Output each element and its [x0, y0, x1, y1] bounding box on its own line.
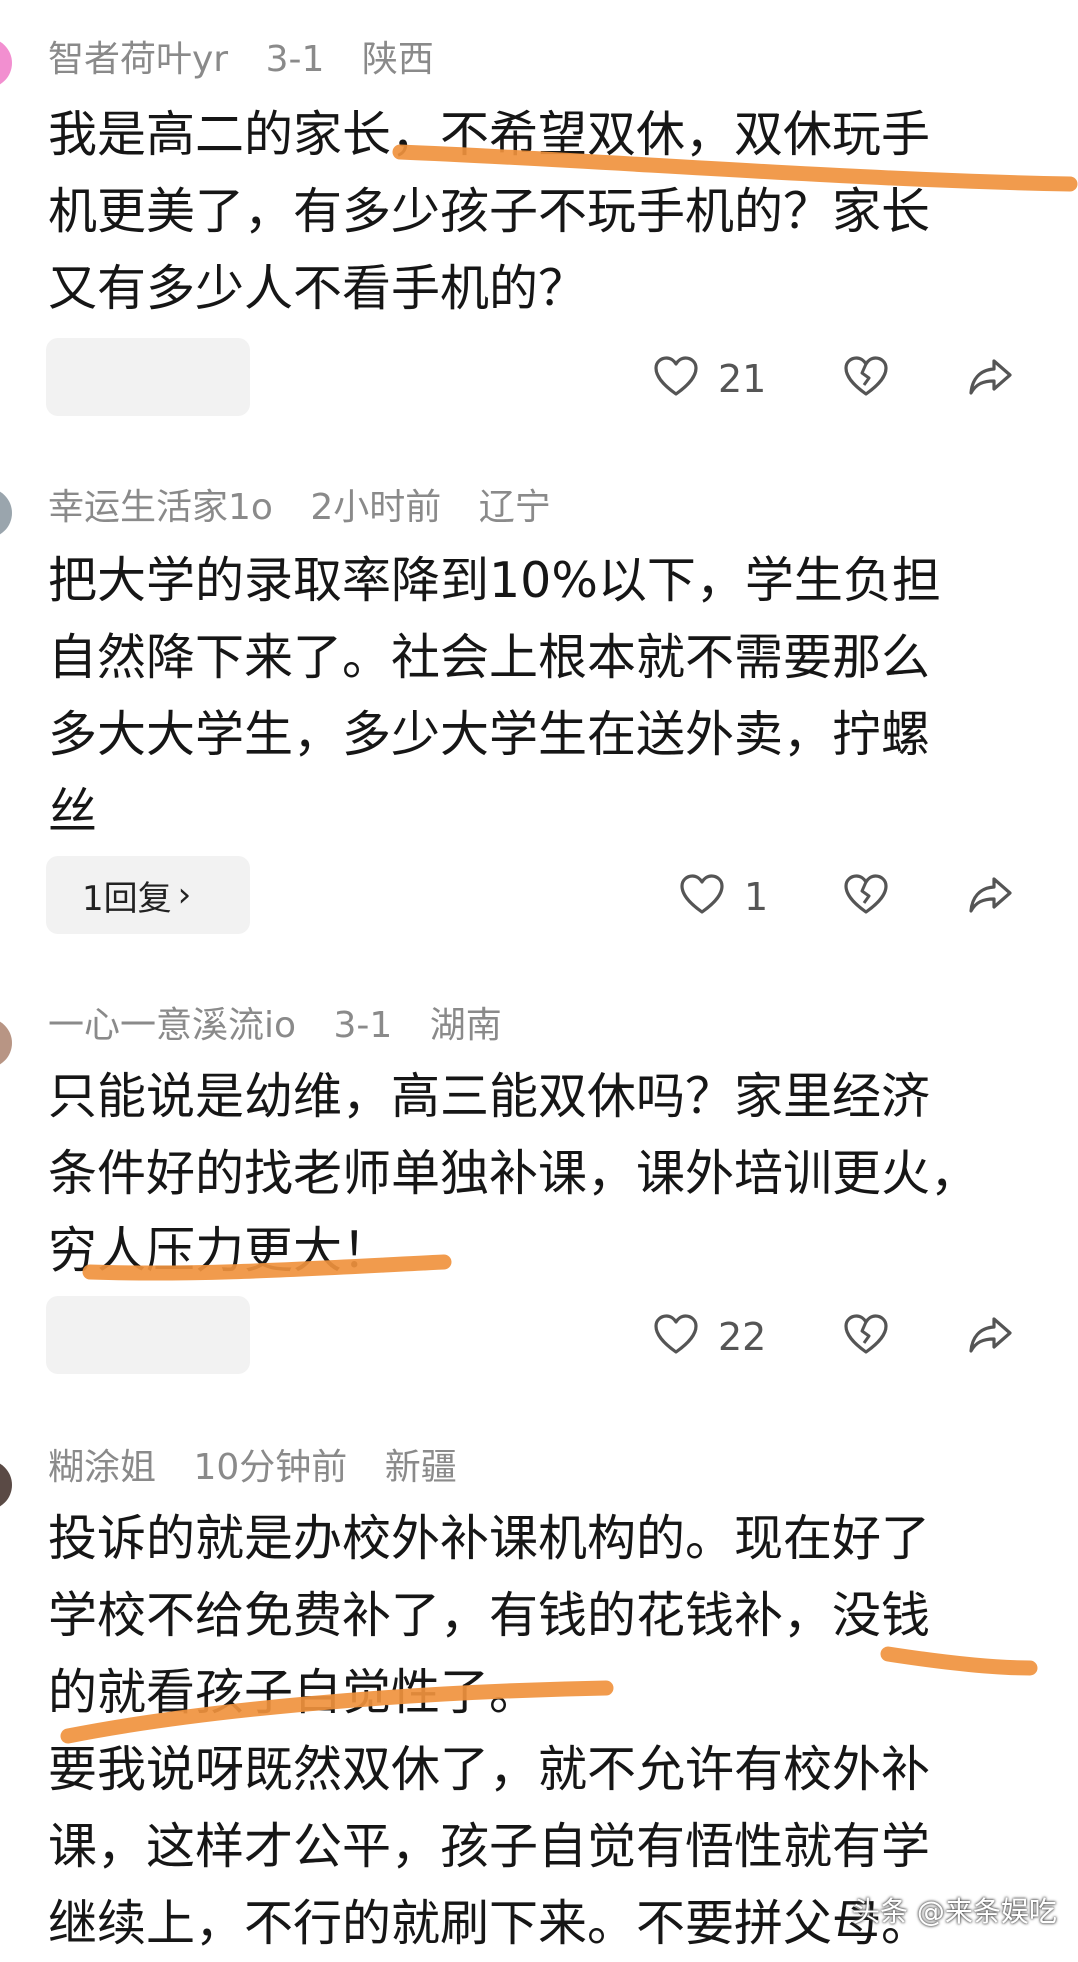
broken-heart-icon — [842, 353, 890, 405]
share-arrow-icon — [966, 353, 1014, 405]
action-bar: 22 — [0, 1296, 1078, 1376]
action-bar: 21 — [0, 338, 1078, 418]
like-count: 22 — [718, 1315, 767, 1359]
share-arrow-icon — [966, 1311, 1014, 1363]
avatar[interactable] — [0, 38, 12, 88]
dislike-button[interactable] — [842, 871, 890, 923]
like-count: 1 — [744, 875, 769, 919]
heart-outline-icon — [652, 1311, 700, 1363]
heart-outline-icon — [678, 871, 726, 923]
comment-text: 我是高二的家长，不希望双休，双休玩手 机更美了，有多少孩子不玩手机的？家长 又有… — [48, 96, 1048, 327]
comment-line: 投诉的就是办校外补课机构的。现在好了 — [48, 1510, 931, 1567]
action-bar: 1 — [0, 856, 1078, 936]
comment-text: 只能说是幼维，高三能双休吗？家里经济 条件好的找老师单独补课，课外培训更火， 穷… — [48, 1058, 1048, 1289]
comment-meta: 糊涂姐 10分钟前 新疆 — [48, 1446, 483, 1490]
heart-outline-icon — [652, 353, 700, 405]
comment-location: 陕西 — [361, 39, 434, 80]
comment-line: 机更美了，有多少孩子不玩手机的？家长 — [48, 183, 931, 240]
avatar[interactable] — [0, 1018, 12, 1068]
like-count: 21 — [718, 357, 767, 401]
comment-time: 10分钟前 — [193, 1447, 348, 1488]
broken-heart-icon — [842, 871, 890, 923]
comment-line: 丝 — [48, 783, 98, 840]
comment-line: 课，这样才公平，孩子自觉有悟性就有学 — [48, 1818, 931, 1875]
broken-heart-icon — [842, 1311, 890, 1363]
comment-line: 穷人压力更大！ — [48, 1222, 392, 1279]
comment-location: 新疆 — [384, 1447, 457, 1488]
comment-time: 2小时前 — [310, 487, 442, 528]
dislike-button[interactable] — [842, 353, 890, 405]
comment-location: 辽宁 — [478, 487, 551, 528]
comment-meta: 幸运生活家1o 2小时前 辽宁 — [48, 486, 577, 530]
comment-line: 多大大学生，多少大学生在送外卖，拧螺 — [48, 706, 931, 763]
share-button[interactable] — [966, 871, 1014, 923]
comment-line: 自然降下来了。社会上根本就不需要那么 — [48, 629, 931, 686]
username[interactable]: 幸运生活家1o — [48, 487, 273, 528]
like-button[interactable]: 22 — [652, 1311, 766, 1363]
comment-meta: 一心一意溪流io 3-1 湖南 — [48, 1004, 528, 1048]
share-arrow-icon — [966, 871, 1014, 923]
share-button[interactable] — [966, 353, 1014, 405]
username[interactable]: 一心一意溪流io — [48, 1005, 296, 1046]
username[interactable]: 智者荷叶yr — [48, 39, 228, 80]
comment-line: 又有多少人不看手机的？ — [48, 260, 588, 317]
comment-location: 湖南 — [429, 1005, 502, 1046]
comment-text: 把大学的录取率降到10%以下，学生负担 自然降下来了。社会上根本就不需要那么 多… — [48, 542, 1048, 850]
dislike-button[interactable] — [842, 1311, 890, 1363]
share-button[interactable] — [966, 1311, 1014, 1363]
comment-line: 学校不给免费补了，有钱的花钱补，没钱 — [48, 1587, 931, 1644]
like-button[interactable]: 1 — [678, 871, 768, 923]
comment-line: 把大学的录取率降到10%以下，学生负担 — [48, 552, 941, 609]
watermark: 头条 @来条娱吃 — [852, 1895, 1057, 1928]
comment-line: 要我说呀既然双休了，就不允许有校外补 — [48, 1741, 931, 1798]
comment-line: 的就看孩子自觉性了。 — [48, 1664, 539, 1721]
avatar[interactable] — [0, 488, 12, 538]
comment-meta: 智者荷叶yr 3-1 陕西 — [48, 38, 460, 82]
comment-line: 只能说是幼维，高三能双休吗？家里经济 — [48, 1068, 931, 1125]
comment-time: 3-1 — [333, 1005, 393, 1046]
comment-line: 条件好的找老师单独补课，课外培训更火， — [48, 1145, 980, 1202]
username[interactable]: 糊涂姐 — [48, 1447, 156, 1488]
comment-time: 3-1 — [265, 39, 325, 80]
like-button[interactable]: 21 — [652, 353, 766, 405]
avatar[interactable] — [0, 1460, 12, 1510]
comment-line: 我是高二的家长，不希望双休，双休玩手 — [48, 106, 931, 163]
